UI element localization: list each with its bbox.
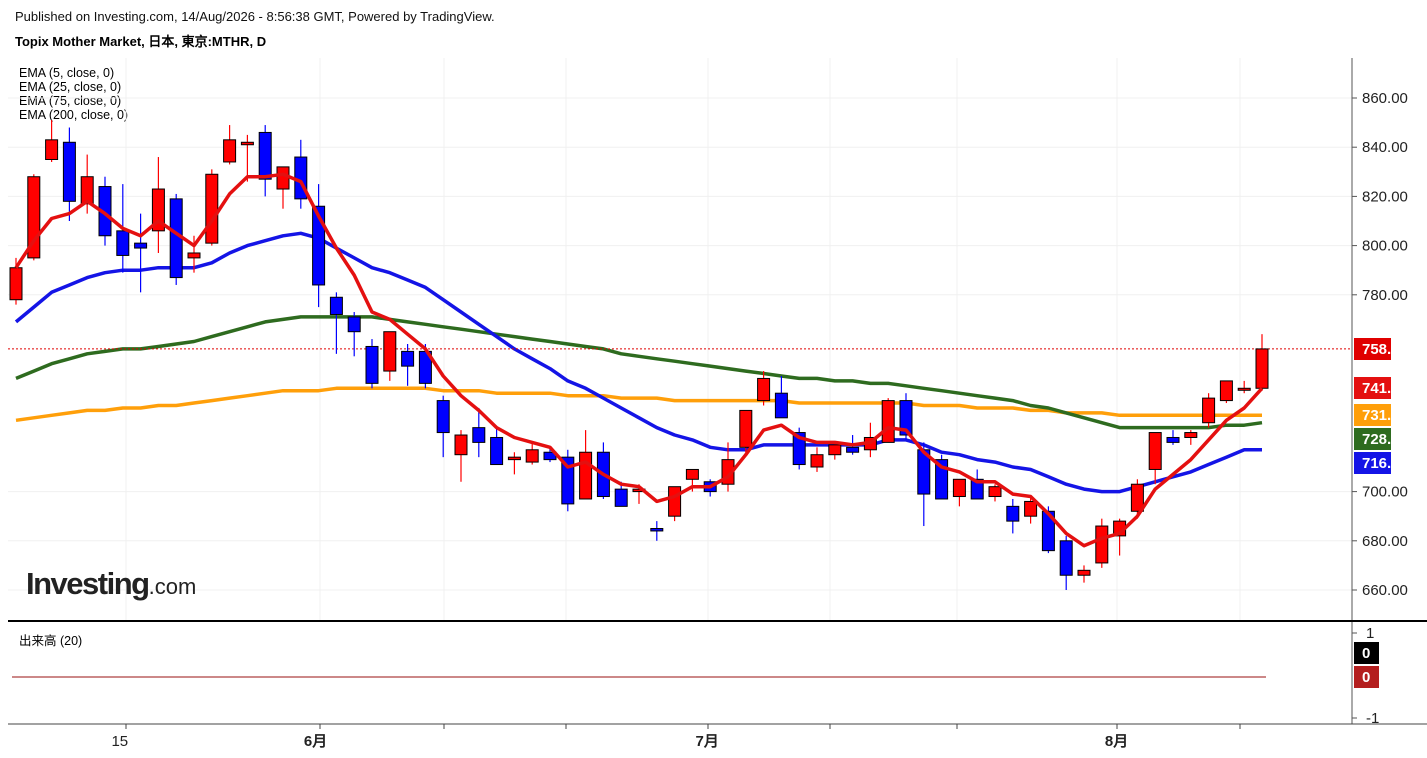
candle-body [258,131,272,180]
x-tick-label: 15 [111,733,128,750]
y-tick-label: 800.00 [1362,238,1408,255]
candle-body [1059,540,1073,576]
candle-body [1077,569,1091,576]
candle-body [454,434,468,456]
y-tick-label: 780.00 [1362,287,1408,304]
candle-body [347,316,361,333]
candle-body [62,141,76,202]
candle-body [116,230,130,256]
candle-body [507,456,521,461]
x-tick-label: 6月 [304,733,327,750]
investing-logo: Investing.com [26,566,197,601]
candle-body [1237,387,1251,391]
candle-body [1148,432,1162,470]
volume-value-tag: 0 [1354,642,1379,664]
candle-body [525,449,539,463]
candle-body [276,166,290,190]
candle-body [810,454,824,468]
y-tick-label: 820.00 [1362,188,1408,205]
volume-tick-label: 1 [1366,625,1374,642]
value-tag-text: 731.19 [1362,407,1408,424]
candle-body [187,252,201,259]
volume-tick-label: -1 [1366,710,1379,727]
candle-body [739,409,753,448]
y-tick-label: 840.00 [1362,139,1408,156]
x-tick-label: 8月 [1105,733,1128,750]
candle-body [472,427,486,443]
candle-body [668,486,682,517]
candle-body [846,446,860,453]
candle-body [952,478,966,498]
candle-body [1255,348,1269,389]
candle-body [1219,380,1233,402]
candle-body [401,350,415,367]
x-tick-label: 7月 [696,733,719,750]
value-tag: 741.93 [1354,377,1408,399]
volume-pane-label: 出来高 (20) [19,634,83,648]
y-tick-label: 700.00 [1362,484,1408,501]
candle-body [9,267,23,301]
candle-body [1202,397,1216,424]
value-tag: 758.00 [1354,338,1408,360]
price-chart[interactable]: 860.00 840.00 820.00 800.00 780.00 700.00 680.… [0,0,1427,758]
candle-body [1166,436,1180,443]
value-tag: 728.15 [1354,428,1408,450]
volume-value-tag: 0 [1354,666,1379,688]
candle-body [685,468,699,480]
value-tag-text: 716.91 [1362,455,1408,472]
y-tick-label: 680.00 [1362,533,1408,550]
candle-body [579,451,593,500]
volume-value-text: 0 [1362,669,1370,686]
value-tag: 716.91 [1354,452,1408,474]
candle-body [329,296,343,315]
candle-body [881,400,895,443]
candle-body [988,486,1002,498]
candle-body [240,141,254,146]
candle-body [1184,432,1198,438]
value-tag-text: 728.15 [1362,431,1408,448]
candle-body [828,444,842,456]
candle-body [1024,500,1038,517]
candle-body [490,436,504,466]
value-tag: 731.19 [1354,404,1408,426]
candle-body [774,392,788,419]
y-tick-label: 660.00 [1362,582,1408,599]
candle-body [205,173,219,244]
value-tag-text: 758.00 [1362,341,1408,358]
value-tag-text: 741.93 [1362,380,1408,397]
candle-body [1095,525,1109,564]
candle-body [383,331,397,372]
candle-body [45,139,59,161]
candle-body [1006,505,1020,522]
candle-body [757,377,771,402]
candle-body [134,242,148,249]
candle-body [436,400,450,434]
y-tick-label: 860.00 [1362,90,1408,107]
candle-body [223,139,237,163]
candle-body [650,528,664,532]
ema25-line [14,231,1262,494]
volume-value-text: 0 [1362,645,1370,662]
candle-body [365,345,379,384]
candle-body [614,488,628,507]
ema75-line [15,315,1263,430]
